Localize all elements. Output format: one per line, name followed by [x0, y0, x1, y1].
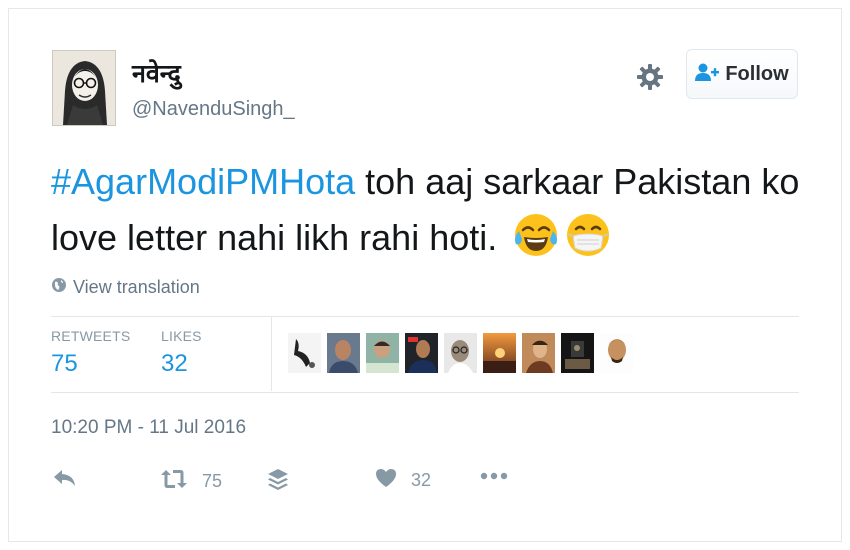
follow-label: Follow — [725, 62, 789, 85]
avatar[interactable] — [52, 50, 116, 126]
liker-avatar[interactable] — [561, 333, 594, 373]
more-icon — [480, 468, 508, 486]
likes-count: 32 — [161, 350, 188, 377]
stats-divider — [271, 317, 272, 391]
gear-icon[interactable] — [636, 63, 664, 91]
heart-icon — [375, 468, 397, 493]
globe-icon — [51, 277, 67, 298]
liker-avatar[interactable] — [444, 333, 477, 373]
tweet-timestamp[interactable]: 10:20 PM - 11 Jul 2016 — [51, 417, 246, 439]
retweets-label: RETWEETS — [51, 328, 131, 344]
like-button[interactable]: 32 — [375, 468, 431, 493]
divider-top — [51, 316, 799, 317]
liker-avatar[interactable] — [405, 333, 438, 373]
more-button[interactable] — [480, 468, 508, 486]
retweet-icon — [160, 468, 188, 495]
liker-avatar[interactable] — [288, 333, 321, 373]
retweet-count: 75 — [202, 471, 223, 491]
display-name[interactable]: नवेन्दु — [132, 56, 181, 90]
reply-button[interactable] — [53, 468, 77, 493]
liker-avatar[interactable] — [327, 333, 360, 373]
divider-bottom — [51, 392, 799, 393]
reply-icon — [53, 468, 77, 493]
face-with-medical-mask-icon — [565, 212, 611, 258]
stack-icon — [267, 468, 289, 497]
hashtag-link[interactable]: #AgarModiPMHota — [51, 161, 355, 202]
tweet-text-line1: toh aaj sarkaar Pakistan ko — [355, 161, 800, 202]
likers-list — [288, 333, 633, 373]
retweets-count: 75 — [51, 350, 78, 377]
retweet-button[interactable]: 75 — [160, 468, 222, 495]
likes-label: LIKES — [161, 328, 202, 344]
liker-avatar[interactable] — [522, 333, 555, 373]
user-handle[interactable]: @NavenduSingh_ — [132, 98, 295, 121]
retweets-stat[interactable]: RETWEETS 75 — [51, 328, 130, 378]
liker-avatar[interactable] — [366, 333, 399, 373]
add-user-icon — [695, 62, 720, 87]
follow-button[interactable]: Follow — [686, 49, 798, 99]
tweet-text-line2: love letter nahi likh rahi hoti. — [51, 217, 498, 258]
tweet-text: #AgarModiPMHota toh aaj sarkaar Pakistan… — [51, 154, 811, 266]
view-translation-link[interactable]: View translation — [51, 277, 200, 298]
liker-avatar[interactable] — [600, 333, 633, 373]
face-with-tears-of-joy-icon — [513, 212, 559, 258]
like-count: 32 — [411, 470, 432, 490]
likes-stat[interactable]: LIKES 32 — [161, 328, 202, 378]
liker-avatar[interactable] — [483, 333, 516, 373]
buffer-button[interactable] — [267, 468, 289, 497]
view-translation-label: View translation — [73, 277, 200, 297]
